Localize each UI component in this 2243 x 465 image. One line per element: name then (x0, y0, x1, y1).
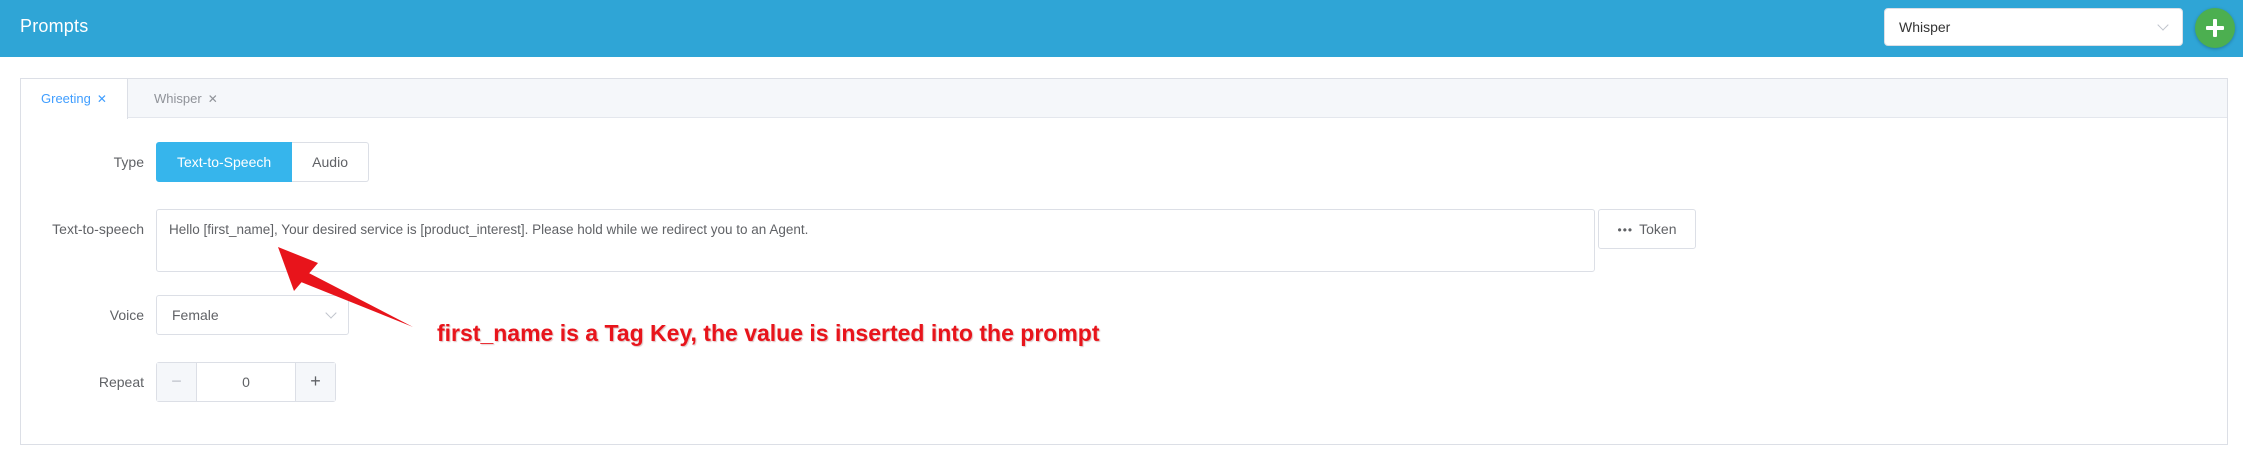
annotation-arrow (278, 247, 413, 327)
annotation-text: first_name is a Tag Key, the value is in… (437, 320, 1100, 346)
